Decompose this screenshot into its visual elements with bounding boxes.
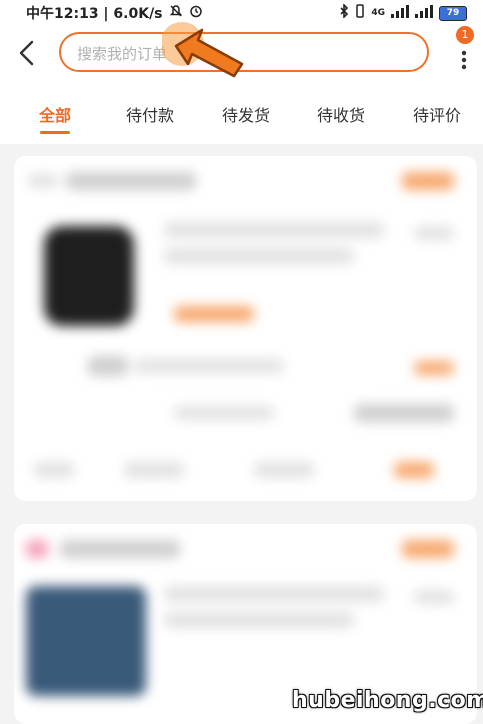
tab-all[interactable]: 全部 bbox=[39, 102, 71, 126]
battery-icon: 79 bbox=[439, 5, 467, 21]
network-type: 4G bbox=[371, 8, 385, 18]
tab-pending-shipment[interactable]: 待发货 bbox=[222, 102, 270, 126]
status-right: 4G 79 bbox=[339, 3, 467, 22]
back-button[interactable] bbox=[14, 38, 40, 68]
notification-badge: 1 bbox=[456, 26, 474, 44]
blurred-content bbox=[14, 156, 477, 501]
tab-pending-receipt[interactable]: 待收货 bbox=[317, 102, 365, 126]
watermark: hubeihong.com bbox=[292, 688, 483, 713]
tab-pending-review[interactable]: 待评价 bbox=[413, 102, 461, 126]
order-tabs: 全部 待付款 待发货 待收货 待评价 bbox=[0, 94, 483, 144]
signal-icon bbox=[391, 4, 409, 22]
header: 搜索我的订单 1 bbox=[0, 22, 483, 94]
tab-pending-payment[interactable]: 待付款 bbox=[126, 102, 174, 126]
status-time-speed: 中午12:13 | 6.0K/s bbox=[26, 6, 163, 22]
search-placeholder: 搜索我的订单 bbox=[77, 45, 168, 63]
pointer-arrow-icon bbox=[162, 22, 244, 78]
active-tab-indicator bbox=[40, 131, 70, 134]
signal-icon-2 bbox=[415, 4, 433, 22]
bluetooth-icon bbox=[339, 3, 349, 22]
order-card[interactable] bbox=[14, 156, 477, 501]
chevron-left-icon bbox=[19, 40, 34, 66]
vibrate-icon bbox=[355, 4, 365, 22]
